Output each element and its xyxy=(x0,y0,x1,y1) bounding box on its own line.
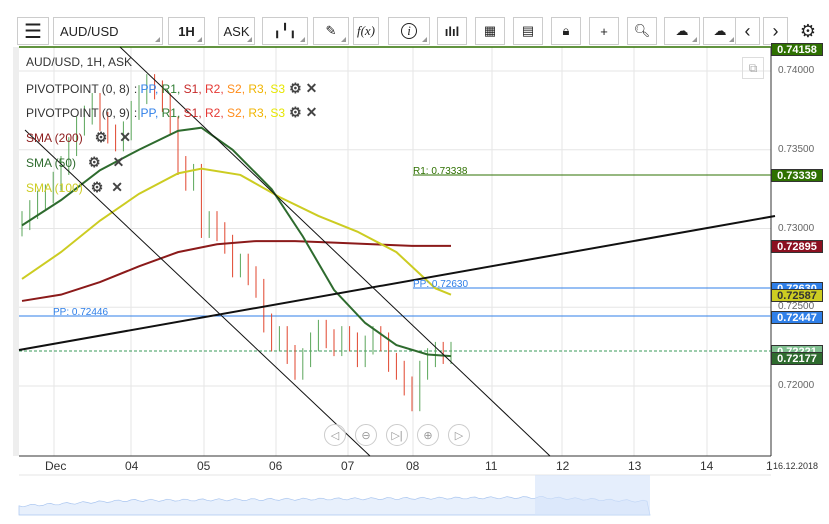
close-icon[interactable]: ✕ xyxy=(111,179,123,196)
pivot-item-r3: R3, xyxy=(248,105,271,120)
pivot-legend-1: PIVOTPOINT (0, 8) : PP, R1, S1, R2, S2, … xyxy=(26,80,318,97)
price-label: 0.73339 xyxy=(771,169,823,182)
r1-annotation: R1: 0.73338 xyxy=(413,166,468,177)
zoom-in-button[interactable]: ⊕ xyxy=(417,424,439,446)
pivot-item-s2: S2, xyxy=(227,81,249,96)
gear-icon[interactable]: ⚙ xyxy=(88,154,101,171)
x-date-label: 16.12.2018 xyxy=(773,461,819,471)
price-label: 0.72895 xyxy=(771,240,823,253)
x-tick: 04 xyxy=(125,459,139,473)
scroll-right-button[interactable]: ▷ xyxy=(448,424,470,446)
x-tick: 14 xyxy=(700,459,714,473)
price-label: 0.72177 xyxy=(771,352,823,365)
left-scroll-edge xyxy=(13,47,19,456)
pivot-item-s1: S1, xyxy=(183,81,205,96)
x-tick: 06 xyxy=(269,459,283,473)
sma50-legend: SMA (50) ⚙ ✕ xyxy=(26,154,125,171)
x-tick: 07 xyxy=(341,459,355,473)
pivot-legend-2: PIVOTPOINT (0, 9) : PP, R1, S1, R2, S2, … xyxy=(26,104,318,121)
gear-icon[interactable]: ⚙ xyxy=(289,104,302,121)
pp-annotation-1: PP: 0.72446 xyxy=(53,307,109,318)
pivot-item-r2: R2, xyxy=(205,105,228,120)
pivot-item-pp: PP, xyxy=(140,105,162,120)
close-icon[interactable]: ✕ xyxy=(306,80,318,97)
x-tick: 11 xyxy=(485,459,498,473)
navigator-minimap[interactable] xyxy=(18,474,771,516)
price-chart[interactable] xyxy=(0,0,829,524)
sma100-legend: SMA (100) ⚙ ✕ xyxy=(26,179,123,196)
x-tick: 12 xyxy=(556,459,570,473)
price-label: 0.74158 xyxy=(771,43,823,56)
pivot-item-s3: S3 xyxy=(270,81,286,96)
zoom-out-button[interactable]: ⊖ xyxy=(355,424,377,446)
pivot-item-pp: PP, xyxy=(140,81,162,96)
sma200-legend: SMA (200) ⚙ ✕ xyxy=(26,129,131,146)
close-icon[interactable]: ✕ xyxy=(113,154,125,171)
x-tick: 08 xyxy=(406,459,420,473)
sma200-line xyxy=(21,240,451,302)
pp-annotation-2: PP: 0.72630 xyxy=(413,279,469,290)
pivot-item-r1: R1, xyxy=(161,81,184,96)
y-tick: 0.73500 xyxy=(778,144,815,155)
navigator-selection[interactable] xyxy=(535,475,650,515)
y-tick: 0.74000 xyxy=(778,65,815,76)
scroll-end-button[interactable]: ▷| xyxy=(386,424,408,446)
pivot-item-r2: R2, xyxy=(205,81,228,96)
x-tick: 1 xyxy=(766,459,773,473)
price-label: 0.72587 xyxy=(771,289,823,302)
gear-icon[interactable]: ⚙ xyxy=(289,80,302,97)
x-tick: Dec xyxy=(45,459,67,473)
scroll-left-button[interactable]: ◁ xyxy=(324,424,346,446)
pivot-item-s2: S2, xyxy=(227,105,249,120)
pivot-item-r3: R3, xyxy=(248,81,271,96)
close-icon[interactable]: ✕ xyxy=(119,129,131,146)
trend-line[interactable] xyxy=(18,215,776,351)
gear-icon[interactable]: ⚙ xyxy=(91,179,104,196)
price-label: 0.72447 xyxy=(771,311,823,324)
gear-icon[interactable]: ⚙ xyxy=(95,129,108,146)
pivot-item-s3: S3 xyxy=(270,105,286,120)
y-tick: 0.73000 xyxy=(778,223,815,234)
y-tick: 0.72000 xyxy=(778,380,815,391)
close-icon[interactable]: ✕ xyxy=(306,104,318,121)
popout-button[interactable]: ⧉ xyxy=(742,57,764,79)
pivot-item-s1: S1, xyxy=(183,105,205,120)
x-tick: 05 xyxy=(197,459,211,473)
pivot-item-r1: R1, xyxy=(161,105,184,120)
chart-title: AUD/USD, 1H, ASK xyxy=(26,55,133,69)
x-tick: 13 xyxy=(628,459,642,473)
